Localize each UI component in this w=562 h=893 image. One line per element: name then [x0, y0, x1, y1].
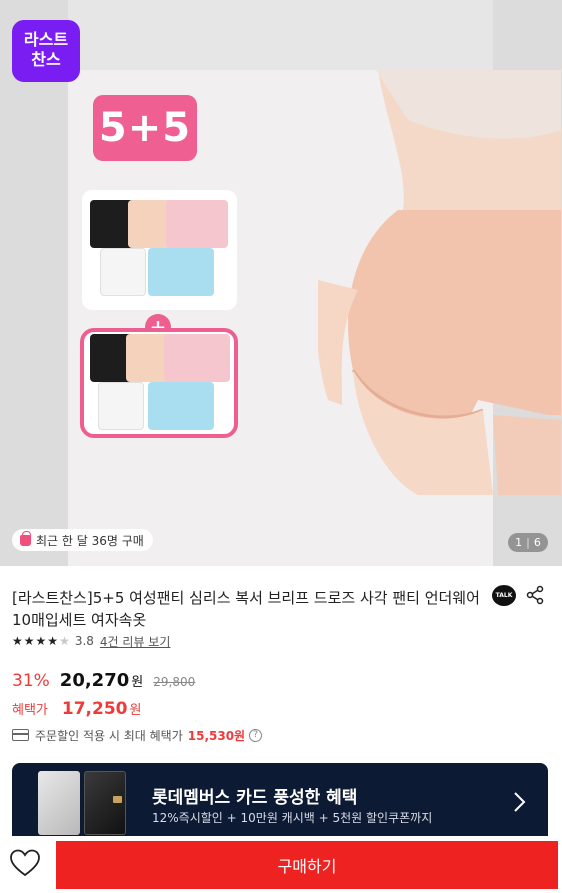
coupon-text: 주문할인 적용 시 최대 혜택가 [35, 728, 183, 743]
swatch-sky [148, 248, 214, 296]
image-page-indicator: 1 | 6 [508, 533, 548, 552]
benefit-label: 혜택가 [12, 703, 48, 718]
currency-unit: 원 [131, 675, 144, 690]
currency-unit: 원 [129, 703, 142, 718]
original-price: 29,800 [153, 675, 196, 689]
color-swatches-top [82, 190, 237, 310]
share-icon[interactable] [525, 585, 545, 605]
bag-icon [20, 530, 31, 546]
swatch-pink [164, 334, 230, 382]
swatch-white [100, 248, 146, 296]
buy-button[interactable]: 구매하기 [56, 841, 558, 889]
review-link[interactable]: 4건 리뷰 보기 [100, 633, 170, 650]
card-image-black [84, 771, 126, 835]
card-icon [12, 729, 29, 741]
star-empty-icon: ★ [59, 634, 70, 648]
recent-purchase-chip: 최근 한 달 36명 구매 [12, 529, 153, 551]
card-promo-banner[interactable]: 롯데멤버스 카드 풍성한 혜택 12%즉시할인 + 10만원 캐시백 + 5천원… [12, 763, 548, 843]
chevron-right-icon [514, 792, 526, 812]
bundle-badge: 5+5 [93, 95, 197, 161]
page-separator: | [526, 536, 530, 549]
price-row: 31% 20,270 원 29,800 [12, 670, 195, 694]
page-total: 6 [533, 536, 541, 549]
color-swatches-bottom [80, 328, 238, 438]
swatch-pink [166, 200, 228, 248]
star-icon: ★ [47, 634, 59, 648]
page-current: 1 [515, 536, 523, 549]
brand-logo-line-2: 찬스 [31, 50, 61, 69]
benefit-price-row: 혜택가 17,250 원 [12, 699, 141, 723]
banner-subtitle: 12%즉시할인 + 10만원 캐시백 + 5천원 할인쿠폰까지 [152, 811, 433, 825]
star-icon: ★ [35, 634, 47, 648]
card-image-silver [38, 771, 80, 835]
swatch-sky [148, 382, 214, 430]
banner-title: 롯데멤버스 카드 풍성한 혜택 [152, 788, 358, 808]
heart-icon[interactable] [10, 849, 40, 877]
brand-logo-line-1: 라스트 [23, 30, 69, 49]
product-image-carousel[interactable]: 5+5 + 라스트 찬스 최근 한 달 36명 구매 1 | 6 [0, 0, 562, 566]
brand-logo: 라스트 찬스 [12, 20, 80, 82]
product-title: [라스트찬스]5+5 여성팬티 심리스 복서 브리프 드로즈 사각 팬티 언더웨… [12, 589, 480, 629]
rating-value: 3.8 [74, 634, 94, 648]
coupon-info-row: 주문할인 적용 시 최대 혜택가 15,530원 ? [12, 726, 263, 744]
sale-price: 20,270 [59, 670, 130, 691]
recent-purchase-text: 최근 한 달 36명 구매 [36, 533, 144, 548]
benefit-price: 17,250 [61, 699, 128, 719]
bottom-action-bar: 구매하기 [0, 836, 562, 893]
swatch-white [98, 382, 144, 430]
talk-icon[interactable]: TALK [492, 585, 516, 606]
discount-rate: 31% [12, 671, 50, 691]
star-icon: ★ [23, 634, 35, 648]
help-icon[interactable]: ? [249, 728, 263, 742]
rating-row: ★ ★ ★ ★ ★ 3.8 4건 리뷰 보기 [12, 633, 170, 649]
star-icon: ★ [12, 634, 23, 648]
coupon-amount: 15,530원 [187, 728, 246, 743]
model-illustration [318, 70, 561, 495]
star-rating: ★ ★ ★ ★ ★ [12, 635, 70, 647]
photo-top-band [68, 0, 493, 70]
